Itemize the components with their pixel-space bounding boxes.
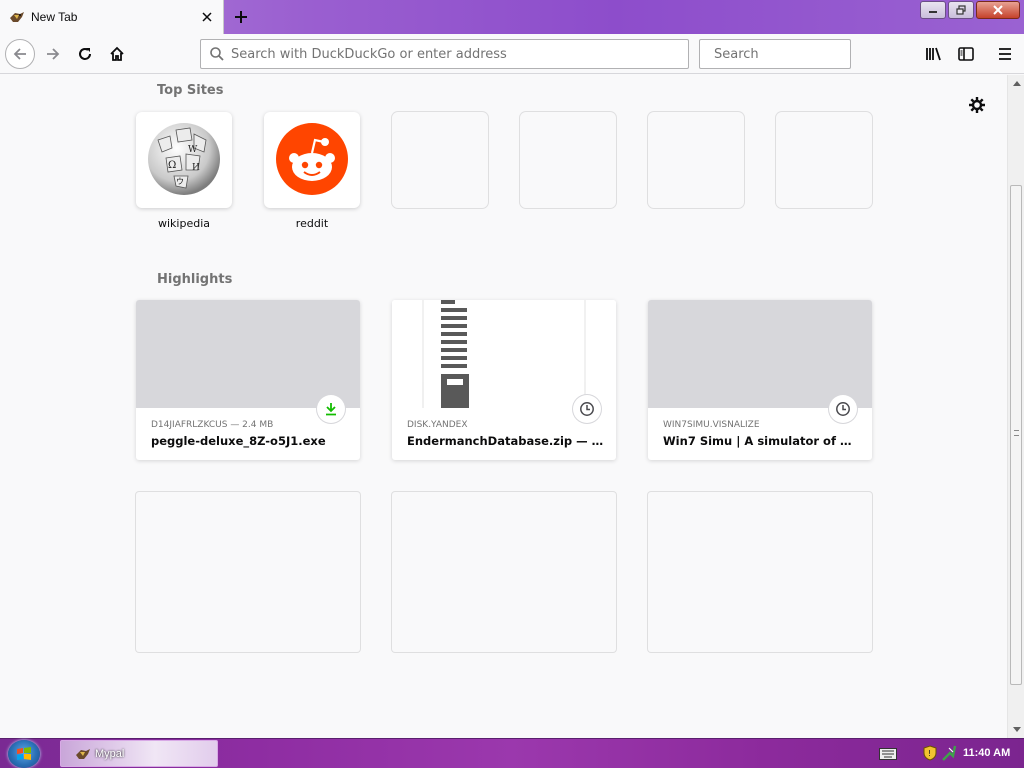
svg-text:ウ: ウ	[176, 177, 184, 186]
mypal-app-icon	[9, 10, 25, 24]
scroll-up-arrow-icon[interactable]	[1008, 75, 1024, 92]
address-bar[interactable]	[200, 39, 689, 69]
home-icon	[110, 46, 124, 61]
plus-icon	[235, 11, 247, 23]
highlights-heading: Highlights	[157, 272, 233, 287]
menu-button[interactable]	[993, 42, 1017, 66]
highlight-card-yandex[interactable]: DISK.YANDEX EndermanchDatabase.zip — Янд…	[392, 300, 616, 460]
scrollbar-thumb[interactable]	[1010, 185, 1022, 685]
forward-arrow-icon	[47, 48, 60, 60]
top-site-tile-wikipedia[interactable]: Ω W И ウ	[136, 112, 232, 208]
clock-icon	[573, 395, 601, 423]
search-bar[interactable]	[699, 39, 884, 69]
home-button[interactable]	[102, 39, 132, 69]
card-title: Win7 Simu | A simulator of Windows 7	[663, 434, 863, 448]
windows-logo-icon	[17, 747, 31, 760]
keyboard-icon[interactable]	[879, 748, 897, 763]
highlight-card-empty	[648, 492, 872, 652]
security-shield-icon[interactable]: !	[923, 745, 937, 764]
forward-button[interactable]	[38, 39, 68, 69]
top-site-tile-empty	[392, 112, 488, 208]
svg-text:!: !	[928, 749, 931, 758]
download-icon	[317, 395, 345, 423]
sidebar-icon	[958, 47, 974, 61]
svg-text:И: И	[192, 163, 200, 173]
start-button[interactable]	[8, 740, 40, 768]
navigation-toolbar	[0, 34, 1024, 74]
wikipedia-globe-icon: Ω W И ウ	[148, 123, 220, 195]
system-clock[interactable]: 11:40 AM	[963, 747, 1010, 759]
top-sites-heading: Top Sites	[157, 83, 224, 98]
card-title: EndermanchDatabase.zip — Яндекс.Диск	[407, 434, 607, 448]
library-button[interactable]	[922, 42, 946, 66]
top-site-tile-empty	[648, 112, 744, 208]
reload-button[interactable]	[70, 39, 100, 69]
svg-text:W: W	[188, 145, 198, 155]
top-site-label-wikipedia: wikipedia	[157, 217, 210, 230]
top-site-tile-empty	[520, 112, 616, 208]
scroll-grip	[1014, 430, 1019, 436]
hamburger-menu-icon	[999, 48, 1011, 60]
top-site-tile-reddit[interactable]	[264, 112, 360, 208]
sidebar-button[interactable]	[954, 42, 978, 66]
reddit-alien-icon	[276, 123, 348, 195]
top-site-label-reddit: reddit	[295, 217, 329, 230]
card-preview-image	[648, 300, 872, 408]
back-button[interactable]	[5, 39, 35, 69]
highlight-card-empty	[392, 492, 616, 652]
page-scrollbar[interactable]	[1007, 75, 1024, 738]
highlight-card-download[interactable]: D14JIAFRLZKCUS — 2.4 MB peggle-deluxe_8Z…	[136, 300, 360, 460]
back-arrow-icon	[13, 48, 26, 60]
tab-new-tab[interactable]: New Tab	[0, 0, 224, 34]
svg-text:Ω: Ω	[168, 160, 176, 171]
mypal-app-icon	[76, 748, 90, 759]
minimize-button[interactable]	[920, 1, 946, 19]
window-controls	[920, 1, 1020, 19]
new-tab-page: Top Sites Ω W И ウ wikipedia reddit Highl…	[0, 75, 1008, 738]
highlight-card-empty	[136, 492, 360, 652]
restore-button[interactable]	[948, 1, 974, 19]
card-host: DISK.YANDEX	[407, 420, 468, 430]
taskbar-app-mypal[interactable]: Mypal	[60, 740, 218, 767]
customize-gear-icon[interactable]	[967, 95, 987, 115]
highlight-card-win7simu[interactable]: WIN7SIMU.VISNALIZE Win7 Simu | A simulat…	[648, 300, 872, 460]
zip-archive-icon	[422, 300, 586, 408]
top-site-tile-empty	[776, 112, 872, 208]
search-icon	[210, 47, 224, 61]
card-preview-image	[136, 300, 360, 408]
new-tab-button[interactable]	[228, 4, 254, 30]
search-input[interactable]	[714, 46, 884, 62]
tab-title: New Tab	[31, 10, 78, 24]
card-title: peggle-deluxe_8Z-o5J1.exe	[151, 434, 326, 448]
library-icon	[926, 47, 941, 61]
clock-icon	[829, 395, 857, 423]
card-preview-image	[392, 300, 616, 408]
windows-taskbar: Mypal ! 11:40 AM	[0, 738, 1024, 768]
card-host: D14JIAFRLZKCUS — 2.4 MB	[151, 420, 274, 430]
reload-icon	[79, 48, 91, 60]
title-bar: New Tab	[0, 0, 1024, 34]
scroll-down-arrow-icon[interactable]	[1008, 721, 1024, 738]
card-host: WIN7SIMU.VISNALIZE	[663, 420, 760, 430]
address-input[interactable]	[231, 46, 688, 62]
network-icon[interactable]	[941, 744, 957, 765]
close-window-button[interactable]	[976, 1, 1020, 19]
close-tab-icon[interactable]	[197, 7, 217, 27]
taskbar-app-label: Mypal	[95, 747, 125, 760]
